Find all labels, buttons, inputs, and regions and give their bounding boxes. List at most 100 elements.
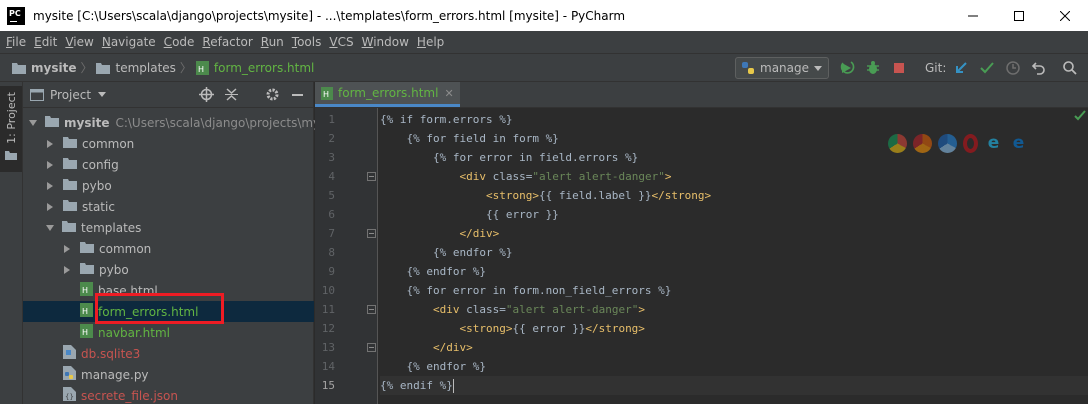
- debug-icon[interactable]: [865, 60, 881, 76]
- tree-folder-row[interactable]: pybo: [23, 175, 314, 196]
- tree-folder-row[interactable]: common: [23, 133, 314, 154]
- rerun-icon[interactable]: [839, 60, 855, 76]
- code-line[interactable]: {% for error in field.errors %}: [380, 148, 638, 167]
- rollback-icon[interactable]: [1031, 60, 1047, 76]
- fold-marker-icon[interactable]: [367, 343, 376, 352]
- safari-icon[interactable]: [938, 134, 957, 153]
- expand-arrow-closed-icon[interactable]: [47, 181, 53, 190]
- tree-item-label: static: [82, 199, 115, 214]
- collapse-all-icon[interactable]: [224, 87, 239, 102]
- tree-folder-row[interactable]: static: [23, 196, 314, 217]
- code-line[interactable]: {% endfor %}: [380, 262, 485, 281]
- code-line[interactable]: {% if form.errors %}: [380, 110, 512, 129]
- python-file-icon: [63, 366, 76, 383]
- fold-marker-icon[interactable]: [367, 229, 376, 238]
- project-tool-tab[interactable]: 1: Project: [0, 86, 22, 172]
- tree-folder-row[interactable]: common: [23, 238, 314, 259]
- opera-icon[interactable]: [963, 134, 978, 153]
- gear-icon[interactable]: [265, 87, 280, 102]
- code-token: class=: [492, 170, 533, 183]
- search-icon[interactable]: [1062, 60, 1078, 76]
- menu-item[interactable]: Window: [358, 31, 413, 53]
- expand-arrow-open-icon[interactable]: [46, 224, 54, 231]
- code-line[interactable]: <div class="alert alert-danger">: [380, 167, 671, 186]
- menu-item[interactable]: Help: [413, 31, 448, 53]
- folder-icon: [12, 62, 26, 74]
- code-line[interactable]: </div>: [380, 224, 499, 243]
- menu-item[interactable]: File: [2, 31, 30, 53]
- expand-arrow-open-icon[interactable]: [29, 119, 37, 126]
- locate-file-icon[interactable]: [199, 87, 214, 102]
- edge-icon[interactable]: e: [1009, 134, 1028, 153]
- code-line[interactable]: {% endfor %}: [380, 357, 485, 376]
- maximize-button[interactable]: [996, 0, 1042, 31]
- tree-folder-row[interactable]: config: [23, 154, 314, 175]
- menu-item[interactable]: Tools: [288, 31, 326, 53]
- code-token: <strong>: [485, 189, 539, 202]
- code-line[interactable]: <strong>{{ field.label }}</strong>: [380, 186, 711, 205]
- tree-file-row[interactable]: db.sqlite3: [23, 343, 314, 364]
- tree-folder-row[interactable]: pybo: [23, 259, 314, 280]
- tree-item-label: pybo: [99, 262, 129, 277]
- breadcrumb-root[interactable]: mysite: [31, 61, 76, 75]
- menu-label: avigate: [110, 35, 156, 49]
- code-line[interactable]: {% endfor %}: [380, 243, 512, 262]
- tree-file-row[interactable]: {} secrete_file.json: [23, 385, 314, 404]
- minimize-button[interactable]: [950, 0, 996, 31]
- code-line[interactable]: <strong>{{ error }}</strong>: [380, 319, 644, 338]
- svg-text:H: H: [82, 286, 88, 295]
- expand-arrow-closed-icon[interactable]: [64, 265, 70, 274]
- code-line[interactable]: {% for field in form %}: [380, 129, 558, 148]
- tree-item-label: pybo: [82, 178, 112, 193]
- line-number: 6: [328, 208, 335, 221]
- tree-item-label: mysite: [64, 115, 110, 130]
- menu-item[interactable]: Run: [257, 31, 288, 53]
- ie-icon[interactable]: e: [984, 134, 1003, 153]
- tree-file-row[interactable]: Hnavbar.html: [23, 322, 314, 343]
- project-view-selector[interactable]: Project: [30, 88, 107, 102]
- breadcrumb-folder[interactable]: templates: [115, 61, 175, 75]
- expand-arrow-closed-icon[interactable]: [47, 139, 53, 148]
- tree-folder-row[interactable]: mysite C:\Users\scala\django\projects\mys…: [23, 112, 342, 133]
- menu-item[interactable]: Edit: [30, 31, 61, 53]
- folder-icon: [63, 178, 77, 193]
- code-line[interactable]: {{ error }}: [380, 205, 559, 224]
- code-line[interactable]: </div>: [380, 338, 473, 357]
- code-line[interactable]: {% endif %}: [380, 376, 1088, 395]
- menu-item[interactable]: Navigate: [98, 31, 160, 53]
- stop-icon[interactable]: [891, 60, 907, 76]
- close-button[interactable]: [1042, 0, 1088, 31]
- line-number: 7: [328, 227, 335, 240]
- menu-item[interactable]: View: [61, 31, 97, 53]
- folder-icon: [45, 115, 59, 130]
- expand-arrow-closed-icon[interactable]: [47, 202, 53, 211]
- expand-arrow-closed-icon[interactable]: [64, 244, 70, 253]
- history-icon[interactable]: [1005, 60, 1021, 76]
- vcs-commit-icon[interactable]: [979, 60, 995, 76]
- code-line[interactable]: {% for error in form.non_field_errors %}: [380, 281, 671, 300]
- tree-folder-row[interactable]: templates: [23, 217, 314, 238]
- code-line[interactable]: <div class="alert alert-danger">: [380, 300, 645, 319]
- run-configuration-dropdown[interactable]: manage: [735, 57, 829, 79]
- line-number-gutter[interactable]: 1 2 3 4 5 6 7 8 9 10 11 12 13 14 15: [315, 108, 378, 404]
- inspection-ok-icon[interactable]: [1074, 110, 1086, 122]
- code-token: <div: [459, 170, 493, 183]
- close-tab-icon[interactable]: ✕: [444, 87, 453, 100]
- vcs-update-icon[interactable]: [953, 60, 969, 76]
- chrome-icon[interactable]: [888, 134, 907, 153]
- fold-marker-icon[interactable]: [367, 172, 376, 181]
- tree-file-row[interactable]: manage.py: [23, 364, 314, 385]
- expand-arrow-closed-icon[interactable]: [47, 160, 53, 169]
- menu-item[interactable]: Code: [160, 31, 199, 53]
- menu-item[interactable]: VCS: [325, 31, 357, 53]
- line-number: 3: [328, 151, 335, 164]
- editor-tab[interactable]: H form_errors.html ✕: [315, 82, 460, 107]
- breadcrumb-file[interactable]: form_errors.html: [214, 61, 314, 75]
- firefox-icon[interactable]: [913, 134, 932, 153]
- menu-item[interactable]: Refactor: [198, 31, 256, 53]
- fold-marker-icon[interactable]: [367, 305, 376, 314]
- hide-panel-icon[interactable]: [290, 87, 305, 102]
- menu-mnemonic: N: [101, 35, 111, 49]
